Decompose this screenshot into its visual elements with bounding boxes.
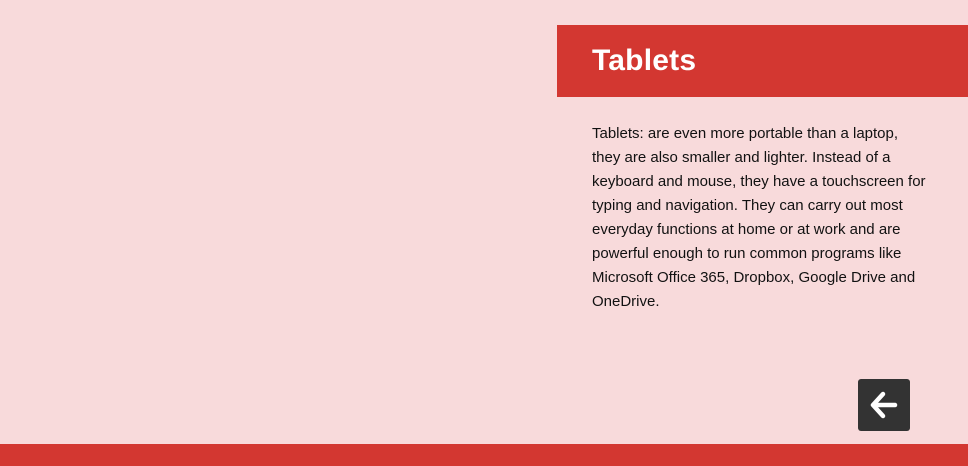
slide-title: Tablets: [592, 44, 697, 77]
title-banner: Tablets: [557, 25, 968, 97]
footer-bar: [0, 444, 968, 466]
back-button[interactable]: [858, 379, 910, 431]
arrow-left-icon: [869, 390, 899, 420]
slide-body-text: Tablets: are even more portable than a l…: [592, 125, 926, 310]
